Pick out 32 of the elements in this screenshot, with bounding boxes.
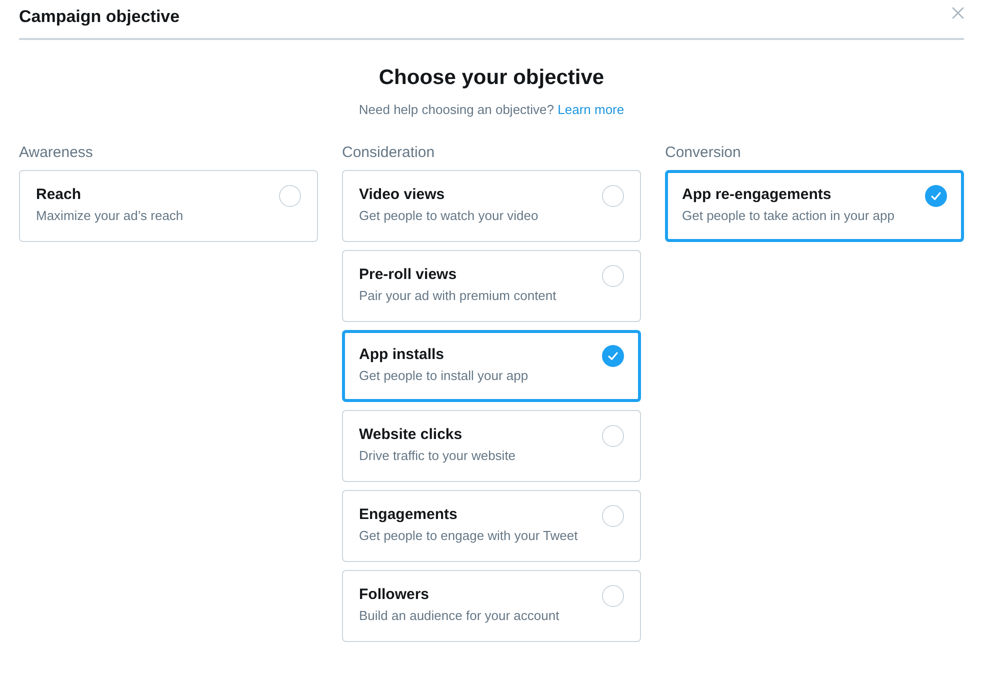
objective-option[interactable]: Followers Build an audience for your account	[342, 570, 641, 642]
objective-option[interactable]: App installs Get people to install your app	[342, 330, 641, 402]
objective-option[interactable]: Website clicks Drive traffic to your website	[342, 410, 641, 482]
objective-option[interactable]: Engagements Get people to engage with your Tweet	[342, 490, 641, 562]
option-description: Get people to engage with your Tweet	[359, 527, 578, 545]
option-title: Followers	[359, 585, 430, 605]
option-description: Drive traffic to your website	[359, 447, 516, 465]
option-description: Maximize your ad’s reach	[36, 207, 184, 225]
objective-option[interactable]: Reach Maximize your ad’s reach	[19, 170, 318, 242]
window-title: Campaign objective	[19, 7, 180, 27]
option-title: App re-engagements	[682, 185, 832, 205]
objective-option[interactable]: Video views Get people to watch your video	[342, 170, 641, 242]
group-label: Awareness	[19, 144, 94, 162]
option-title: Website clicks	[359, 425, 464, 445]
option-description: Build an audience for your account	[359, 607, 560, 625]
close-icon	[952, 7, 964, 19]
option-title: Video views	[359, 185, 446, 205]
page-heading: Choose your objective	[378, 65, 604, 91]
option-title: Reach	[36, 185, 82, 205]
objective-option[interactable]: Pre-roll views Pair your ad with premium content	[342, 250, 641, 322]
option-title: Engagements	[359, 505, 458, 525]
help-text: Need help choosing an objective? Learn more	[358, 102, 624, 118]
option-description: Get people to take action in your app	[682, 207, 894, 225]
option-description: Get people to install your app	[359, 367, 528, 385]
option-description: Pair your ad with premium content	[359, 287, 556, 305]
group-label: Conversion	[665, 144, 742, 162]
group-label: Consideration	[342, 144, 436, 162]
objective-option[interactable]: App re-engagements Get people to take action in your app	[665, 170, 964, 242]
option-description: Get people to watch your video	[359, 207, 538, 225]
option-title: App installs	[359, 345, 446, 365]
close-button[interactable]	[951, 6, 965, 20]
option-title: Pre-roll views	[359, 265, 458, 285]
